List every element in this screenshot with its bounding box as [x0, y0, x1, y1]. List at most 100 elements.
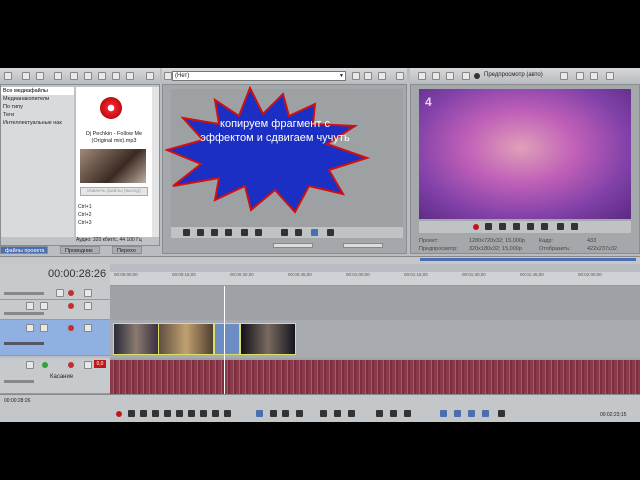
views-icon[interactable]	[146, 72, 154, 80]
stop-icon[interactable]	[176, 410, 183, 417]
envelope-tool-icon[interactable]	[270, 410, 277, 417]
tab-transitions[interactable]: Перехо	[112, 246, 142, 254]
mark-in-icon[interactable]	[281, 229, 288, 236]
external-monitor-icon[interactable]	[432, 72, 440, 80]
ignore-grouping-icon[interactable]	[498, 410, 505, 417]
forward-icon[interactable]	[22, 72, 30, 80]
mute-icon[interactable]	[68, 325, 74, 331]
explorer-scrollbar[interactable]	[152, 87, 159, 237]
tab-explorer[interactable]: Проводник	[60, 246, 100, 254]
play-from-start-icon[interactable]	[499, 223, 506, 230]
video-level-slider[interactable]	[4, 342, 44, 345]
trim-start-icon[interactable]	[334, 410, 341, 417]
audio-track-header[interactable]: 0,0 Касание	[0, 358, 110, 394]
autoplay-icon[interactable]	[126, 72, 134, 80]
solo-icon[interactable]	[84, 361, 92, 369]
solo-icon[interactable]	[84, 324, 92, 332]
loop-icon[interactable]	[183, 229, 190, 236]
loop-icon[interactable]	[128, 410, 135, 417]
monitor-icon[interactable]	[396, 72, 404, 80]
solo-icon[interactable]	[84, 302, 92, 310]
zoom-tool-icon[interactable]	[296, 410, 303, 417]
lock-envelopes-icon[interactable]	[482, 410, 489, 417]
fx-icon[interactable]	[26, 302, 34, 310]
video-clip-4[interactable]	[240, 323, 296, 355]
window-splitter[interactable]	[0, 256, 640, 264]
master-level-slider[interactable]	[4, 292, 44, 295]
mute-icon[interactable]	[68, 362, 74, 368]
loop-icon[interactable]	[485, 223, 492, 230]
stop-icon[interactable]	[541, 223, 548, 230]
tree-item[interactable]: Интеллектуальные нак	[1, 119, 74, 127]
fx-icon[interactable]	[26, 324, 34, 332]
prev-frame-icon[interactable]	[241, 229, 248, 236]
insert-icon[interactable]	[327, 229, 334, 236]
trimmer-zoom-slider[interactable]	[273, 243, 313, 248]
auto-ripple-icon[interactable]	[454, 410, 461, 417]
motion-icon[interactable]	[40, 324, 48, 332]
stop-icon[interactable]	[225, 229, 232, 236]
mark-out-icon[interactable]	[295, 229, 302, 236]
split-icon[interactable]	[320, 410, 327, 417]
tree-item[interactable]: Теги	[1, 111, 74, 119]
audio-volume-slider[interactable]	[4, 380, 34, 383]
normal-edit-tool-icon[interactable]	[256, 410, 263, 417]
fx-icon[interactable]	[56, 289, 64, 297]
pause-icon[interactable]	[211, 229, 218, 236]
trimmer-volume-slider[interactable]	[343, 243, 383, 248]
next-frame-icon[interactable]	[224, 410, 231, 417]
tab-project-media[interactable]: файлы проекта	[0, 246, 48, 254]
pause-icon[interactable]	[527, 223, 534, 230]
quality-icon[interactable]	[474, 73, 480, 79]
video-clip-2[interactable]	[158, 323, 214, 355]
timeline-ruler[interactable]: 00:00:00;00 00:00:15;00 00:00:30;00 00:0…	[110, 272, 640, 286]
play-from-start-icon[interactable]	[140, 410, 147, 417]
go-to-end-icon[interactable]	[200, 410, 207, 417]
grid-icon[interactable]	[606, 72, 614, 80]
save-snapshot-icon[interactable]	[590, 72, 598, 80]
next-frame-icon[interactable]	[571, 223, 578, 230]
trimmer-menu-icon[interactable]	[164, 72, 172, 80]
audio-file-icon[interactable]	[100, 97, 122, 119]
selection-tool-icon[interactable]	[282, 410, 289, 417]
mute-icon[interactable]	[68, 303, 74, 309]
play-icon[interactable]	[197, 229, 204, 236]
trim-end-icon[interactable]	[348, 410, 355, 417]
video-clip-3[interactable]	[214, 323, 240, 355]
video-track-lane[interactable]	[110, 320, 640, 358]
preview-quality-selector[interactable]: Предпросмотр (авто)	[484, 72, 543, 78]
copy-frame-icon[interactable]	[576, 72, 584, 80]
back-icon[interactable]	[4, 72, 12, 80]
fx-icon[interactable]	[446, 72, 454, 80]
loop-region-bar[interactable]	[420, 258, 636, 261]
go-to-start-icon[interactable]	[188, 410, 195, 417]
media-file-title[interactable]: Dj Pechkin - Follow Me	[78, 131, 150, 138]
play-icon[interactable]	[98, 72, 106, 80]
record-icon[interactable]	[116, 411, 122, 417]
next-frame-icon[interactable]	[255, 229, 262, 236]
play-icon[interactable]	[152, 410, 159, 417]
record-icon[interactable]	[473, 224, 479, 230]
play-icon[interactable]	[513, 223, 520, 230]
region-icon[interactable]	[404, 410, 411, 417]
overlay-icon[interactable]	[560, 72, 568, 80]
audio-clip-waveform[interactable]	[110, 360, 640, 394]
marker-icon[interactable]	[390, 410, 397, 417]
properties-icon[interactable]	[418, 72, 426, 80]
link-icon[interactable]	[364, 72, 372, 80]
pause-icon[interactable]	[164, 410, 171, 417]
crossfade-icon[interactable]	[468, 410, 475, 417]
refresh-icon[interactable]	[84, 72, 92, 80]
prev-frame-icon[interactable]	[557, 223, 564, 230]
video-thumbnail[interactable]	[80, 149, 146, 183]
stop-icon[interactable]	[112, 72, 120, 80]
capture-icon[interactable]	[70, 72, 78, 80]
folder-icon[interactable]	[36, 72, 44, 80]
trim-icon[interactable]	[352, 72, 360, 80]
split-icon[interactable]	[378, 72, 386, 80]
tree-item[interactable]: Медианакопители	[1, 95, 74, 103]
playhead-cursor[interactable]	[224, 286, 225, 394]
fx-icon[interactable]	[26, 361, 34, 369]
tree-item[interactable]: Все медиафайлы	[1, 87, 74, 95]
extract-files-button[interactable]: Извлечь файлы (выход)	[80, 187, 148, 196]
